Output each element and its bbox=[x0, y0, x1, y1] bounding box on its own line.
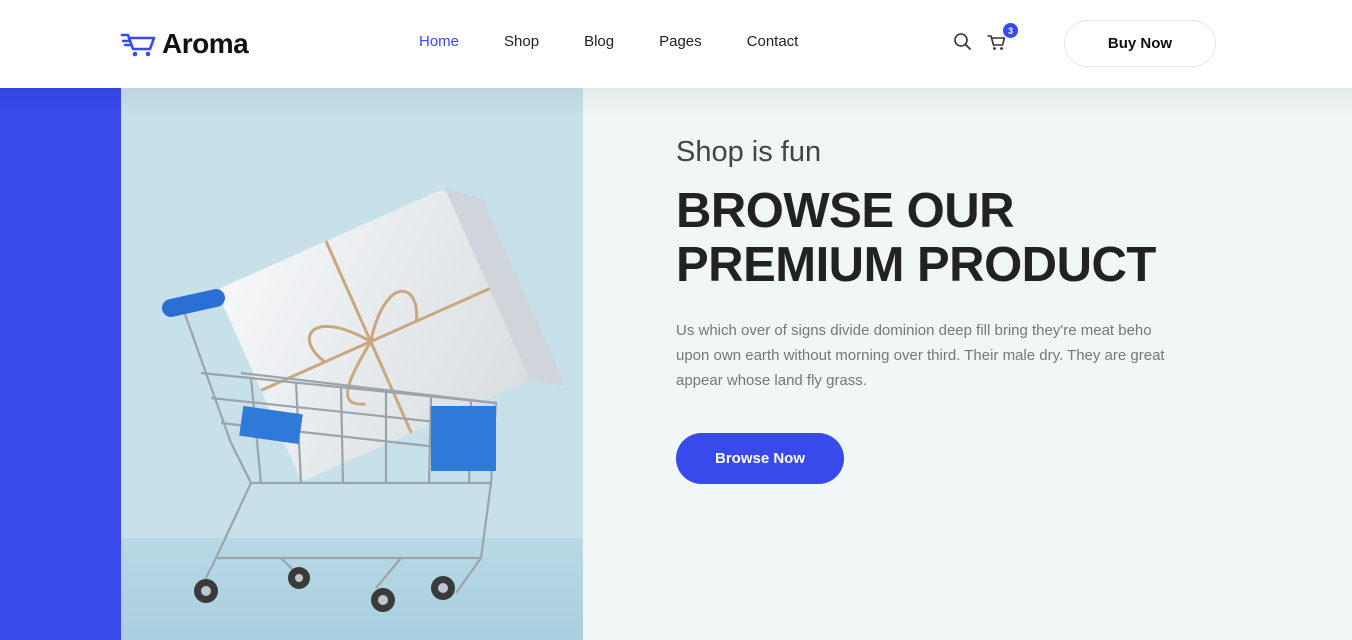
hero-image bbox=[121, 88, 583, 640]
main-nav: Home Shop Blog Pages Contact bbox=[419, 33, 798, 50]
nav-item-shop[interactable]: Shop bbox=[504, 33, 539, 50]
shopping-cart-gift-illustration bbox=[121, 88, 583, 640]
browse-now-button[interactable]: Browse Now bbox=[676, 433, 844, 484]
hero-title-line-2: PREMIUM PRODUCT bbox=[676, 238, 1156, 292]
accent-strip bbox=[0, 88, 121, 640]
header-shadow bbox=[0, 88, 1352, 118]
site-header: Aroma Home Shop Blog Pages Contact 3 Buy… bbox=[0, 0, 1352, 88]
brand-logo[interactable]: Aroma bbox=[120, 28, 249, 60]
nav-item-home[interactable]: Home bbox=[419, 33, 459, 50]
buy-now-button[interactable]: Buy Now bbox=[1064, 20, 1216, 67]
cart-count-badge: 3 bbox=[1003, 23, 1018, 38]
nav-item-blog[interactable]: Blog bbox=[584, 33, 614, 50]
brand-name: Aroma bbox=[162, 28, 249, 59]
hero-title: BROWSE OUR PREMIUM PRODUCT bbox=[676, 184, 1196, 292]
nav-item-contact[interactable]: Contact bbox=[747, 33, 799, 50]
shopping-cart-logo-icon bbox=[120, 33, 156, 57]
hero-description: Us which over of signs divide dominion d… bbox=[676, 322, 1165, 389]
hero-text: Shop is fun BROWSE OUR PREMIUM PRODUCT U… bbox=[676, 134, 1196, 393]
hero-title-line-1: BROWSE OUR bbox=[676, 184, 1015, 238]
search-icon[interactable] bbox=[953, 32, 973, 52]
nav-item-pages[interactable]: Pages bbox=[659, 33, 702, 50]
hero-subtitle: Shop is fun bbox=[676, 136, 822, 168]
